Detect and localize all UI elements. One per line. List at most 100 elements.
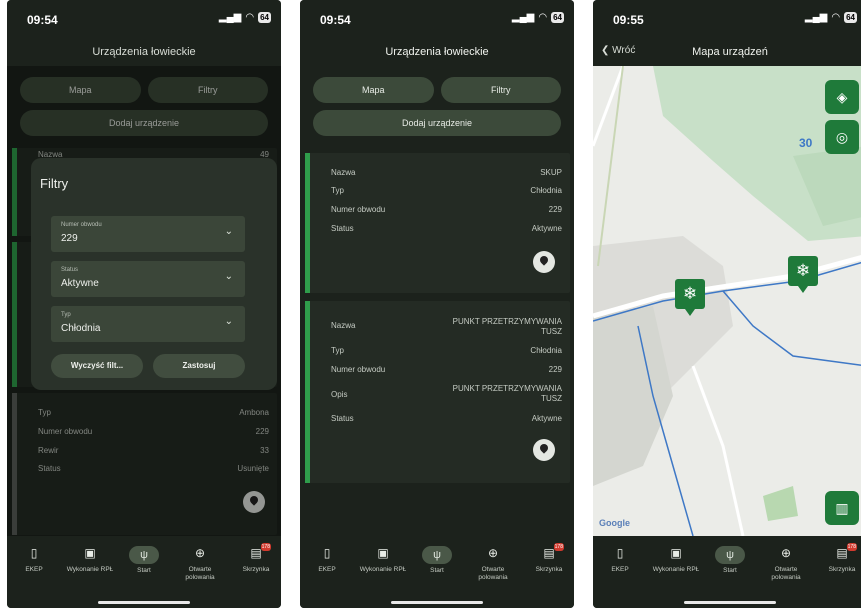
location-pin-button[interactable] (533, 439, 555, 461)
device-card[interactable]: Nazwa SKUP Typ Chłodnia Numer obwodu 229 St… (305, 153, 570, 293)
book-icon: ▯ (323, 546, 331, 560)
type-select[interactable]: Typ Chłodnia ⌄ (51, 306, 245, 342)
tab-open-hunts[interactable]: ⊕ Otwarte polowania (468, 546, 518, 582)
wifi-icon: ◠ (538, 12, 548, 23)
page-title: Urządzenia łowieckie (385, 46, 489, 58)
battery-icon: 64 (844, 12, 857, 23)
tab-ekep[interactable]: ▯ EKEP (9, 546, 59, 574)
cold-storage-marker[interactable]: ❄ (788, 256, 818, 293)
map-button[interactable]: Mapa (313, 77, 434, 103)
map-type-button[interactable]: ▥ (825, 491, 859, 525)
status-select[interactable]: Status Aktywne ⌄ (51, 261, 245, 297)
tab-open-hunts[interactable]: ⊕ Otwarte polowania (175, 546, 225, 582)
clear-filters-button[interactable]: Wyczyść filt... (51, 354, 143, 378)
tab-bar: ▯ EKEP ▣ Wykonanie RPŁ ψ Start ⊕ Otwarte pol… (593, 536, 861, 608)
target-icon: ⊕ (780, 546, 792, 560)
select-value: Aktywne (61, 278, 99, 289)
field-area (763, 486, 798, 521)
status-bar: 09:55 ▂▄▆ ◠ 64 (593, 0, 861, 38)
select-label: Typ (61, 312, 71, 318)
river (722, 290, 861, 366)
tab-open-hunts[interactable]: ⊕ Otwarte polowania (761, 546, 811, 582)
unread-badge: 178 (846, 543, 857, 551)
calendar-icon: ▣ (377, 546, 389, 560)
card-accent (305, 153, 310, 293)
chevron-down-icon: ⌄ (224, 226, 233, 237)
tab-ekep[interactable]: ▯ EKEP (302, 546, 352, 574)
tab-rpl[interactable]: ▣ Wykonanie RPŁ (65, 546, 115, 574)
circuit-number-select[interactable]: Numer obwodu 229 ⌄ (51, 216, 245, 252)
clock: 09:54 (320, 13, 351, 27)
signal-icon: ▂▄▆ (511, 12, 535, 23)
select-label: Numer obwodu (61, 222, 102, 228)
road (691, 365, 745, 536)
home-indicator (684, 601, 776, 604)
card-row: Nazwa SKUP (331, 168, 562, 177)
card-row: Numer obwodu 229 (331, 365, 562, 374)
locate-button[interactable]: ◎ (825, 120, 859, 154)
tab-bar: ▯ EKEP ▣ Wykonanie RPŁ ψ Start ⊕ Otwarte pol… (7, 536, 281, 608)
layers-icon: ◈ (836, 89, 848, 105)
tab-rpl[interactable]: ▣ Wykonanie RPŁ (651, 546, 701, 574)
phone-device-list-screen: 09:54 ▂▄▆ ◠ 64 Urządzenia łowieckie Mapa F… (300, 0, 574, 608)
chevron-down-icon: ⌄ (224, 316, 233, 327)
phone-filters-screen: 09:54 ▂▄▆ ◠ 64 Urządzenia łowieckie Mapa F… (7, 0, 281, 608)
tab-bar: ▯ EKEP ▣ Wykonanie RPŁ ψ Start ⊕ Otwarte pol… (300, 536, 574, 608)
unread-badge: 178 (553, 543, 564, 551)
battery-icon: 64 (258, 12, 271, 23)
layers-button[interactable]: ◈ (825, 80, 859, 114)
filters-title: Filtry (40, 176, 69, 191)
snowflake-icon: ❄ (795, 261, 811, 280)
add-device-button[interactable]: Dodaj urządzenie (313, 110, 561, 136)
deer-icon: ψ (715, 546, 745, 564)
card-row: Opis PUNKT PRZETRZYMYWANIA TUSZ (331, 384, 562, 403)
book-icon: ▯ (616, 546, 624, 560)
inbox-icon: ▤ (250, 546, 262, 560)
location-pin-button[interactable] (533, 251, 555, 273)
chevron-down-icon: ⌄ (224, 271, 233, 282)
wifi-icon: ◠ (245, 12, 255, 23)
page-title: Mapa urządzeń (692, 46, 768, 58)
card-row: Status Aktywne (331, 224, 562, 233)
map-canvas (593, 66, 861, 536)
tab-start[interactable]: ψ Start (705, 546, 755, 575)
crosshair-icon: ◎ (835, 129, 849, 145)
page-title: Urządzenia łowieckie (92, 46, 196, 58)
signal-icon: ▂▄▆ (218, 12, 242, 23)
status-bar: 09:54 ▂▄▆ ◠ 64 (300, 0, 574, 38)
clock: 09:54 (27, 13, 58, 27)
target-icon: ⊕ (487, 546, 499, 560)
book-icon: ▯ (30, 546, 38, 560)
map-view[interactable]: 30 ◈ ◎ ❄ ❄ ▥ Google (593, 66, 861, 536)
tab-inbox[interactable]: ▤ 178 Skrzynka (817, 543, 861, 574)
card-accent (305, 301, 310, 483)
target-icon: ⊕ (194, 546, 206, 560)
filters-dialog: Filtry Numer obwodu 229 ⌄ Status Aktywne… (31, 158, 277, 390)
tab-rpl[interactable]: ▣ Wykonanie RPŁ (358, 546, 408, 574)
phone-map-screen: 09:55 ▂▄▆ ◠ 64 ❮ Wróć Mapa urządzeń 30 ◈ ◎… (593, 0, 861, 608)
battery-icon: 64 (551, 12, 564, 23)
inbox-icon: ▤ (543, 546, 555, 560)
map-icon: ▥ (835, 500, 849, 516)
cold-storage-marker[interactable]: ❄ (675, 279, 705, 316)
select-value: Chłodnia (61, 323, 101, 334)
tab-start[interactable]: ψ Start (119, 546, 169, 575)
card-row: Status Aktywne (331, 414, 562, 423)
tab-inbox[interactable]: ▤ 178 Skrzynka (524, 543, 574, 574)
filters-button[interactable]: Filtry (440, 77, 561, 103)
google-logo: Google (599, 518, 630, 528)
device-card[interactable]: Nazwa PUNKT PRZETRZYMYWANIA TUSZ Typ Chłodn… (305, 301, 570, 483)
snowflake-icon: ❄ (682, 284, 698, 303)
apply-filters-button[interactable]: Zastosuj (153, 354, 245, 378)
card-row: Numer obwodu 229 (331, 205, 562, 214)
card-row: Nazwa PUNKT PRZETRZYMYWANIA TUSZ (331, 317, 562, 336)
tab-start[interactable]: ψ Start (412, 546, 462, 575)
calendar-icon: ▣ (670, 546, 682, 560)
deer-icon: ψ (422, 546, 452, 564)
calendar-icon: ▣ (84, 546, 96, 560)
wifi-icon: ◠ (831, 12, 841, 23)
map-road-number: 30 (799, 136, 813, 150)
tab-ekep[interactable]: ▯ EKEP (595, 546, 645, 574)
home-indicator (391, 601, 483, 604)
tab-inbox[interactable]: ▤ 178 Skrzynka (231, 543, 281, 574)
